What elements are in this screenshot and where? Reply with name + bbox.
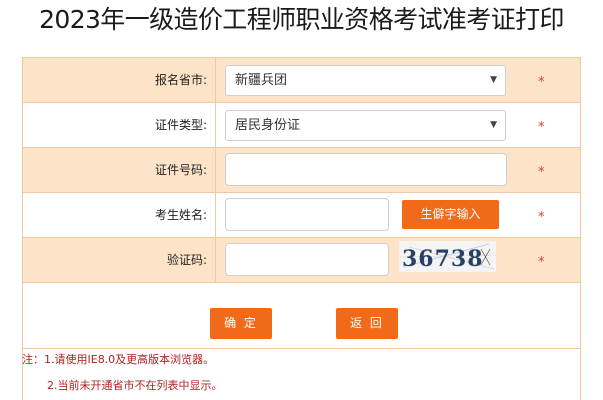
id-type-select[interactable]: 居民身份证 ▼ bbox=[225, 110, 506, 141]
province-selected-value: 新疆兵团 bbox=[235, 73, 288, 88]
required-mark: * bbox=[538, 255, 545, 270]
name-label: 考生姓名: bbox=[23, 193, 216, 237]
rare-char-input-button[interactable]: 生僻字输入 bbox=[402, 200, 499, 229]
captcha-image[interactable]: 36738 bbox=[398, 241, 497, 272]
id-number-row: 证件号码: * bbox=[23, 148, 580, 192]
back-button[interactable]: 返 回 bbox=[336, 308, 398, 339]
id-type-label: 证件类型: bbox=[23, 103, 216, 147]
name-row: 考生姓名: 生僻字输入 * bbox=[23, 193, 580, 237]
captcha-row: 验证码: * bbox=[23, 238, 580, 282]
confirm-button[interactable]: 确 定 bbox=[210, 308, 272, 339]
name-input[interactable] bbox=[225, 198, 389, 231]
row-divider bbox=[23, 348, 580, 349]
captcha-text: 36738 bbox=[402, 246, 484, 272]
id-number-input[interactable] bbox=[225, 153, 507, 186]
exam-ticket-form: 报名省市: 新疆兵团 ▼ * 证件类型: 居民身份证 ▼ * 证件号码: * 考… bbox=[22, 57, 581, 400]
required-mark: * bbox=[538, 210, 545, 225]
id-type-selected-value: 居民身份证 bbox=[235, 118, 301, 133]
chevron-down-icon: ▼ bbox=[490, 120, 497, 130]
captcha-label: 验证码: bbox=[23, 238, 216, 282]
note-line-1: 注：1.请使用IE8.0及更高版本浏览器。 bbox=[22, 353, 215, 366]
required-mark: * bbox=[538, 75, 545, 90]
province-select[interactable]: 新疆兵团 ▼ bbox=[225, 65, 506, 96]
page-title: 2023年一级造价工程师职业资格考试准考证打印 bbox=[39, 5, 564, 34]
captcha-svg: 36738 bbox=[398, 241, 497, 272]
id-number-label: 证件号码: bbox=[23, 148, 216, 192]
province-label: 报名省市: bbox=[23, 58, 216, 102]
note-line-2: 2.当前未开通省市不在列表中显示。 bbox=[47, 379, 223, 392]
captcha-input[interactable] bbox=[225, 243, 389, 276]
chevron-down-icon: ▼ bbox=[490, 75, 497, 85]
actions-row bbox=[23, 283, 580, 348]
province-row: 报名省市: 新疆兵团 ▼ * bbox=[23, 58, 580, 102]
id-type-row: 证件类型: 居民身份证 ▼ * bbox=[23, 103, 580, 147]
required-mark: * bbox=[538, 165, 545, 180]
required-mark: * bbox=[538, 120, 545, 135]
